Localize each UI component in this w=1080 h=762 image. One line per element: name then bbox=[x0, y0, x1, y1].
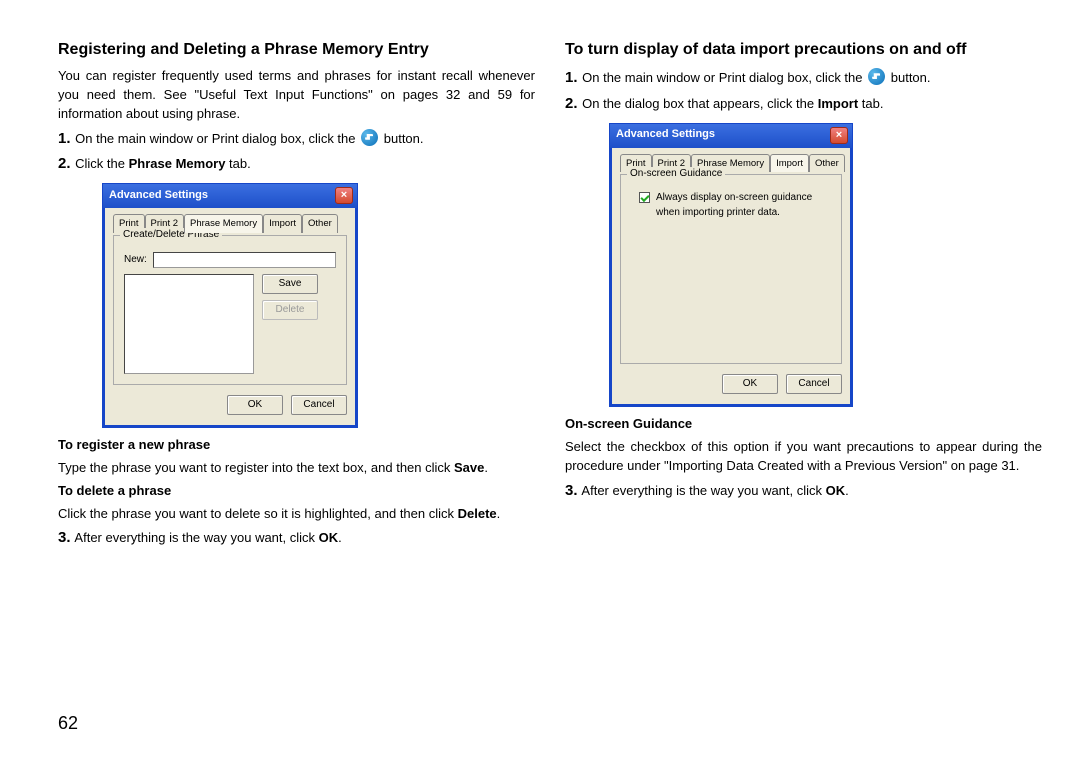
step-3: 3. After everything is the way you want,… bbox=[565, 480, 1042, 502]
text-bold: Save bbox=[454, 460, 484, 475]
register-heading: To register a new phrase bbox=[58, 436, 535, 455]
step-number: 2. bbox=[565, 95, 578, 112]
right-column: To turn display of data import precautio… bbox=[565, 38, 1042, 553]
step-number: 2. bbox=[58, 155, 71, 172]
step-text-bold: Import bbox=[818, 96, 858, 111]
page-number: 62 bbox=[58, 713, 78, 734]
left-column: Registering and Deleting a Phrase Memory… bbox=[58, 38, 535, 553]
section-heading: Registering and Deleting a Phrase Memory… bbox=[58, 38, 535, 61]
advanced-settings-dialog: Advanced Settings × Print Print 2 Phrase… bbox=[102, 183, 358, 428]
ok-button[interactable]: OK bbox=[227, 395, 283, 415]
dialog-body: Print Print 2 Phrase Memory Import Other… bbox=[610, 148, 852, 407]
text: Type the phrase you want to register int… bbox=[58, 460, 454, 475]
tab-phrase-memory[interactable]: Phrase Memory bbox=[184, 214, 263, 233]
step-number: 1. bbox=[58, 130, 71, 147]
step-text: On the main window or Print dialog box, … bbox=[582, 70, 862, 85]
step-text-bold: Phrase Memory bbox=[129, 156, 226, 171]
dialog-title: Advanced Settings bbox=[109, 188, 208, 204]
dialog-title: Advanced Settings bbox=[616, 127, 715, 143]
dialog-titlebar: Advanced Settings × bbox=[103, 184, 357, 208]
advanced-settings-dialog-import: Advanced Settings × Print Print 2 Phrase… bbox=[609, 123, 853, 408]
delete-heading: To delete a phrase bbox=[58, 482, 535, 501]
intro-text: You can register frequently used terms a… bbox=[58, 67, 535, 124]
step-2: 2. Click the Phrase Memory tab. bbox=[58, 153, 535, 175]
delete-button[interactable]: Delete bbox=[262, 300, 318, 320]
cancel-button[interactable]: Cancel bbox=[786, 374, 842, 394]
step-text: tab. bbox=[858, 96, 883, 111]
step-text: On the main window or Print dialog box, … bbox=[75, 131, 355, 146]
step-number: 3. bbox=[58, 529, 71, 546]
section-heading: To turn display of data import precautio… bbox=[565, 38, 1042, 61]
step-1: 1. On the main window or Print dialog bo… bbox=[565, 67, 1042, 89]
ok-button[interactable]: OK bbox=[722, 374, 778, 394]
dialog-body: Print Print 2 Phrase Memory Import Other… bbox=[103, 208, 357, 427]
step-text-bold: OK bbox=[826, 483, 846, 498]
step-1: 1. On the main window or Print dialog bo… bbox=[58, 128, 535, 150]
guidance-checkbox[interactable] bbox=[639, 192, 650, 203]
step-text: After everything is the way you want, cl… bbox=[581, 483, 825, 498]
tab-import[interactable]: Import bbox=[263, 214, 302, 233]
delete-text: Click the phrase you want to delete so i… bbox=[58, 505, 535, 524]
osg-text: Select the checkbox of this option if yo… bbox=[565, 438, 1042, 476]
step-text: button. bbox=[891, 70, 931, 85]
tab-other[interactable]: Other bbox=[809, 154, 845, 173]
step-text-bold: OK bbox=[319, 530, 339, 545]
phrase-list[interactable] bbox=[124, 274, 254, 374]
step-number: 3. bbox=[565, 482, 578, 499]
checkbox-label: Always display on-screen guidance when i… bbox=[656, 191, 826, 220]
close-icon[interactable]: × bbox=[335, 187, 353, 204]
new-phrase-input[interactable] bbox=[153, 252, 336, 268]
create-delete-group: Create/Delete Phrase New: Save Delete bbox=[113, 235, 347, 385]
text: Click the phrase you want to delete so i… bbox=[58, 506, 458, 521]
cancel-button[interactable]: Cancel bbox=[291, 395, 347, 415]
tool-icon bbox=[361, 129, 378, 146]
step-text: button. bbox=[384, 131, 424, 146]
tool-icon bbox=[868, 68, 885, 85]
tab-other[interactable]: Other bbox=[302, 214, 338, 233]
step-text: tab. bbox=[225, 156, 250, 171]
step-text: After everything is the way you want, cl… bbox=[74, 530, 318, 545]
new-label: New: bbox=[124, 253, 147, 268]
dialog-titlebar: Advanced Settings × bbox=[610, 124, 852, 148]
step-text: On the dialog box that appears, click th… bbox=[582, 96, 818, 111]
osg-heading: On-screen Guidance bbox=[565, 415, 1042, 434]
tab-import[interactable]: Import bbox=[770, 154, 809, 173]
onscreen-guidance-group: On-screen Guidance Always display on-scr… bbox=[620, 174, 842, 364]
step-2: 2. On the dialog box that appears, click… bbox=[565, 93, 1042, 115]
step-text: Click the bbox=[75, 156, 128, 171]
text-bold: Delete bbox=[458, 506, 497, 521]
step-3: 3. After everything is the way you want,… bbox=[58, 527, 535, 549]
save-button[interactable]: Save bbox=[262, 274, 318, 294]
step-number: 1. bbox=[565, 69, 578, 86]
page-content: Registering and Deleting a Phrase Memory… bbox=[0, 0, 1080, 563]
close-icon[interactable]: × bbox=[830, 127, 848, 144]
register-text: Type the phrase you want to register int… bbox=[58, 459, 535, 478]
groupbox-label: On-screen Guidance bbox=[627, 167, 725, 182]
